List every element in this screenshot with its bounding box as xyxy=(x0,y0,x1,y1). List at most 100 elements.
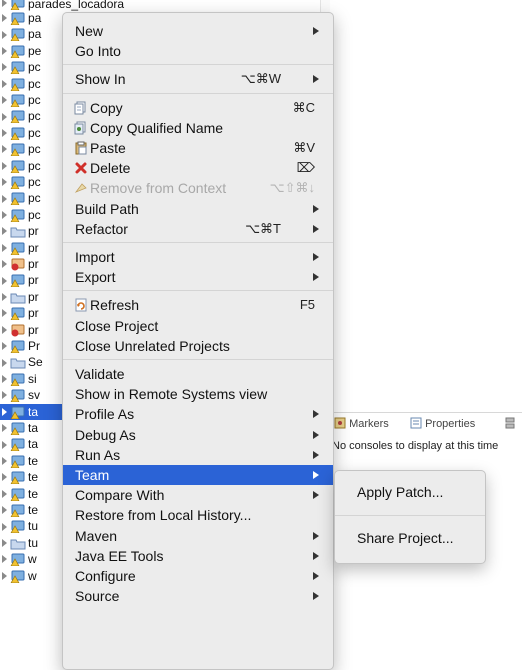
compare-with-menu-item[interactable]: Compare With xyxy=(63,485,333,505)
close-unrelated-projects-menu-item[interactable]: Close Unrelated Projects xyxy=(63,336,333,356)
expand-arrow-icon[interactable] xyxy=(2,473,7,482)
project-warning-icon xyxy=(10,45,25,58)
restore-from-local-history-menu-item[interactable]: Restore from Local History... xyxy=(63,505,333,525)
configure-menu-item[interactable]: Configure xyxy=(63,566,333,586)
share-project-menu-item[interactable]: Share Project... xyxy=(335,527,485,549)
expand-arrow-icon[interactable] xyxy=(2,391,7,400)
close-project-menu-item[interactable]: Close Project xyxy=(63,316,333,336)
expand-arrow-icon[interactable] xyxy=(2,178,7,187)
expand-arrow-icon[interactable] xyxy=(2,227,7,236)
expand-arrow-icon[interactable] xyxy=(2,210,7,219)
java-ee-tools-menu-item[interactable]: Java EE Tools xyxy=(63,546,333,566)
compare-with-label: Compare With xyxy=(75,487,165,504)
import-menu-item[interactable]: Import xyxy=(63,247,333,267)
profile-as-menu-item[interactable]: Profile As xyxy=(63,404,333,424)
tree-item-label: tu xyxy=(28,519,39,534)
expand-arrow-icon[interactable] xyxy=(2,292,7,301)
submenu-arrow-icon xyxy=(313,224,319,233)
project-warning-icon xyxy=(10,488,25,501)
paste-menu-item[interactable]: Paste ⌘V xyxy=(63,138,333,158)
remove-from-context-menu-item[interactable]: Remove from Context ⌥⇧⌘↓ xyxy=(63,178,333,198)
expand-arrow-icon[interactable] xyxy=(2,276,7,285)
source-label: Source xyxy=(75,588,120,605)
expand-arrow-icon[interactable] xyxy=(2,0,7,7)
expand-arrow-icon[interactable] xyxy=(2,571,7,580)
expand-arrow-icon[interactable] xyxy=(2,358,7,367)
expand-arrow-icon[interactable] xyxy=(2,325,7,334)
delete-menu-item[interactable]: Delete ⌦ xyxy=(63,158,333,178)
delete-label: Delete xyxy=(90,160,131,177)
tree-item-label: si xyxy=(28,371,37,386)
go-into-menu-item[interactable]: Go Into xyxy=(63,41,333,61)
project-warning-icon xyxy=(10,78,25,91)
project-warning-icon xyxy=(10,94,25,107)
project-warning-icon xyxy=(10,61,25,75)
build-path-menu-item[interactable]: Build Path xyxy=(63,199,333,219)
team-menu-item[interactable]: Team xyxy=(63,465,333,486)
tab-servers[interactable] xyxy=(504,417,516,430)
show-in-menu-item[interactable]: Show In ⌥⌘W xyxy=(63,69,333,89)
run-as-menu-item[interactable]: Run As xyxy=(63,445,333,465)
expand-arrow-icon[interactable] xyxy=(2,555,7,564)
source-menu-item[interactable]: Source xyxy=(63,586,333,606)
tree-item-label: tu xyxy=(28,535,39,550)
tree-item-label: te xyxy=(28,453,39,468)
submenu-arrow-icon xyxy=(313,204,319,213)
export-menu-item[interactable]: Export xyxy=(63,267,333,287)
project-warning-icon xyxy=(10,209,25,222)
expand-arrow-icon[interactable] xyxy=(2,30,7,39)
expand-arrow-icon[interactable] xyxy=(2,440,7,449)
expand-arrow-icon[interactable] xyxy=(2,128,7,137)
tree-item-label: w xyxy=(28,568,37,583)
menu-separator xyxy=(63,290,333,292)
expand-arrow-icon[interactable] xyxy=(2,96,7,105)
expand-arrow-icon[interactable] xyxy=(2,14,7,23)
expand-arrow-icon[interactable] xyxy=(2,260,7,269)
expand-arrow-icon[interactable] xyxy=(2,46,7,55)
debug-as-label: Debug As xyxy=(75,426,136,443)
tab-markers[interactable]: Markers xyxy=(334,417,389,430)
copy-menu-item[interactable]: Copy ⌘C xyxy=(63,98,333,118)
validate-menu-item[interactable]: Validate xyxy=(63,364,333,384)
tree-item-label: pr xyxy=(28,273,39,288)
new-menu-item[interactable]: New xyxy=(63,21,333,41)
expand-arrow-icon[interactable] xyxy=(2,112,7,121)
refactor-menu-item[interactable]: Refactor ⌥⌘T xyxy=(63,219,333,239)
expand-arrow-icon[interactable] xyxy=(2,161,7,170)
project-warning-icon xyxy=(10,160,25,173)
import-label: Import xyxy=(75,249,115,265)
tree-item-label: pr xyxy=(28,322,39,337)
expand-arrow-icon[interactable] xyxy=(2,522,7,531)
menu-separator xyxy=(63,64,333,66)
expand-arrow-icon[interactable] xyxy=(2,79,7,88)
expand-arrow-icon[interactable] xyxy=(2,538,7,547)
tree-item-label: pc xyxy=(28,76,41,91)
debug-as-menu-item[interactable]: Debug As xyxy=(63,425,333,445)
folder-icon xyxy=(10,293,26,304)
maven-menu-item[interactable]: Maven xyxy=(63,526,333,546)
run-as-label: Run As xyxy=(75,446,121,463)
folder-icon xyxy=(10,358,26,369)
servers-icon xyxy=(505,417,515,429)
expand-arrow-icon[interactable] xyxy=(2,424,7,433)
show-in-remote-systems-view-menu-item[interactable]: Show in Remote Systems view xyxy=(63,384,333,404)
share-project-label: Share Project... xyxy=(357,530,454,546)
tab-properties[interactable]: Properties xyxy=(410,417,475,430)
expand-arrow-icon[interactable] xyxy=(2,63,7,72)
menu-separator xyxy=(63,359,333,360)
expand-arrow-icon[interactable] xyxy=(2,145,7,154)
refresh-menu-item[interactable]: Refresh F5 xyxy=(63,295,333,315)
tree-item-label: te xyxy=(28,503,39,517)
expand-arrow-icon[interactable] xyxy=(2,194,7,203)
expand-arrow-icon[interactable] xyxy=(2,309,7,318)
copy-qualified-name-menu-item[interactable]: Copy Qualified Name xyxy=(63,118,333,138)
expand-arrow-icon[interactable] xyxy=(2,489,7,498)
expand-arrow-icon[interactable] xyxy=(2,456,7,465)
apply-patch-menu-item[interactable]: Apply Patch... xyxy=(335,481,485,503)
expand-arrow-icon[interactable] xyxy=(2,243,7,252)
expand-arrow-icon[interactable] xyxy=(2,342,7,351)
expand-arrow-icon[interactable] xyxy=(2,374,7,383)
project-warning-icon xyxy=(10,422,25,435)
expand-arrow-icon[interactable] xyxy=(2,407,7,416)
expand-arrow-icon[interactable] xyxy=(2,506,7,515)
